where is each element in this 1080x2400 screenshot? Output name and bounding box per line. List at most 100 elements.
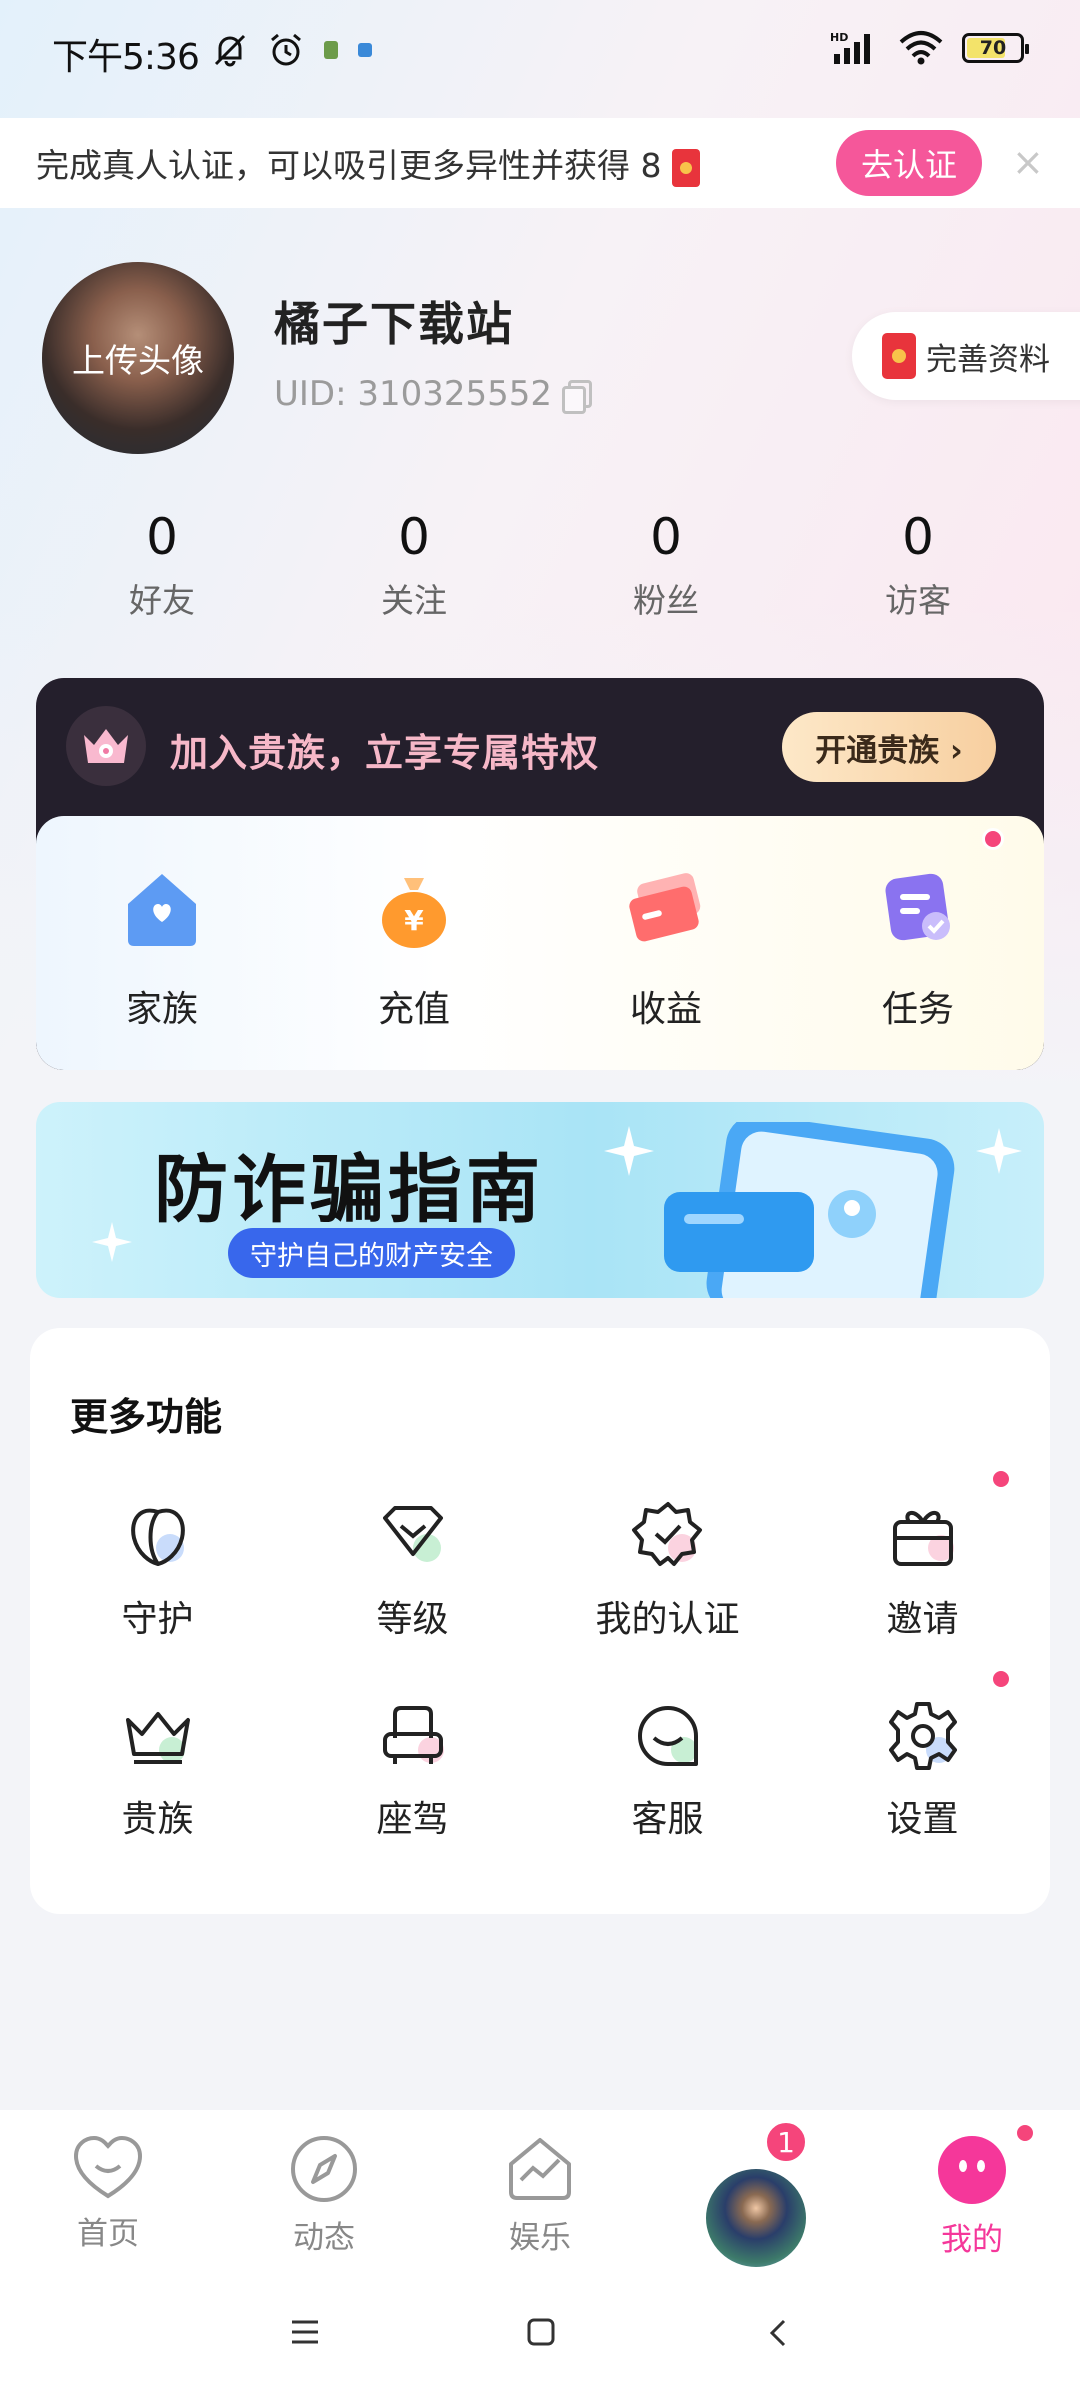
tab-profile[interactable]: 我的 — [864, 2110, 1080, 2270]
stat-value: 0 — [398, 508, 430, 566]
alarm-icon — [271, 33, 301, 66]
anti-fraud-subtitle: 守护自己的财产安全 — [228, 1228, 515, 1278]
wifi-icon — [899, 31, 943, 65]
svg-text:¥: ¥ — [404, 904, 424, 937]
live-avatar — [703, 2166, 809, 2270]
stat-visitors[interactable]: 0 访客 — [792, 508, 1044, 622]
quick-action-tasks[interactable]: 任务 — [792, 828, 1044, 1070]
function-label: 座驾 — [376, 1799, 449, 1840]
guard-icon — [130, 1508, 185, 1567]
profile-icon — [938, 2136, 1006, 2204]
close-icon[interactable]: × — [1012, 140, 1044, 184]
task-icon — [866, 856, 970, 960]
function-label: 客服 — [631, 1799, 704, 1840]
stat-friends[interactable]: 0 好友 — [36, 508, 288, 622]
phone-illustration-icon — [664, 1122, 955, 1298]
tab-label: 动态 — [293, 2220, 355, 2256]
certification-icon — [631, 1502, 702, 1566]
quick-action-label: 收益 — [629, 989, 702, 1030]
tab-label: 我的 — [941, 2222, 1003, 2258]
stat-fans[interactable]: 0 粉丝 — [540, 508, 792, 622]
function-guard[interactable]: 守护 — [30, 1498, 285, 1642]
recharge-bag-icon: ¥ — [362, 856, 466, 960]
notification-dot — [990, 1668, 1012, 1690]
complete-profile-label: 完善资料 — [926, 341, 1050, 378]
anti-fraud-title: 防诈骗指南 — [154, 1147, 544, 1233]
notification-badge: 1 — [764, 2120, 808, 2164]
red-packet-icon — [671, 148, 700, 187]
notification-dot — [982, 828, 1004, 850]
quick-action-label: 充值 — [377, 989, 450, 1030]
function-customer-service[interactable]: 客服 — [540, 1698, 795, 1842]
battery-indicator: 70 — [962, 33, 1029, 63]
function-level[interactable]: 等级 — [285, 1498, 540, 1642]
hd-signal-icon: HD — [830, 31, 870, 64]
menu-icon[interactable] — [290, 2318, 320, 2346]
verify-button[interactable]: 去认证 — [836, 130, 982, 196]
complete-profile-button[interactable]: 完善资料 — [852, 312, 1080, 400]
mute-bell-icon — [214, 34, 246, 67]
crown-icon — [125, 1712, 190, 1764]
tab-entertainment[interactable]: 娱乐 — [432, 2110, 648, 2270]
stat-label: 好友 — [129, 581, 195, 620]
level-icon — [382, 1506, 443, 1562]
function-label: 守护 — [121, 1599, 194, 1640]
verify-banner-text: 完成真人认证，可以吸引更多异性并获得 8 — [36, 146, 662, 185]
tab-moments[interactable]: 动态 — [216, 2110, 432, 2270]
function-ride[interactable]: 座驾 — [285, 1698, 540, 1842]
function-certification[interactable]: 我的认证 — [540, 1498, 795, 1642]
stat-label: 访客 — [885, 581, 951, 620]
system-nav-bar — [0, 2270, 1080, 2400]
tab-live-avatar[interactable]: 1 — [648, 2110, 864, 2270]
customer-service-icon — [637, 1706, 698, 1766]
verify-banner: 完成真人认证，可以吸引更多异性并获得 8 去认证 × — [0, 118, 1080, 208]
compass-icon — [291, 2136, 357, 2202]
open-noble-button[interactable]: 开通贵族 › — [782, 712, 996, 782]
quick-action-recharge[interactable]: ¥ 充值 — [288, 856, 540, 1070]
quick-action-label: 家族 — [125, 989, 198, 1030]
stats-row: 0 好友 0 关注 0 粉丝 0 访客 — [36, 508, 1044, 622]
stat-value: 0 — [902, 508, 934, 566]
back-icon[interactable] — [766, 2318, 790, 2348]
tab-label: 首页 — [77, 2216, 139, 2252]
uid-text: UID: 310325552 — [274, 374, 553, 414]
stat-label: 粉丝 — [633, 581, 699, 620]
svg-text:HD: HD — [830, 31, 848, 44]
function-settings[interactable]: 设置 — [795, 1668, 1050, 1842]
noble-crown-icon — [66, 706, 146, 786]
stat-value: 0 — [146, 508, 178, 566]
invite-gift-icon — [892, 1511, 954, 1566]
function-noble[interactable]: 贵族 — [30, 1698, 285, 1842]
anti-fraud-banner[interactable]: 防诈骗指南 守护自己的财产安全 — [36, 1102, 1044, 1298]
settings-gear-icon — [888, 1702, 957, 1770]
quick-action-family[interactable]: 家族 — [36, 856, 288, 1070]
function-label: 邀请 — [886, 1599, 959, 1640]
family-house-icon — [110, 856, 214, 960]
tab-home[interactable]: 首页 — [0, 2110, 216, 2270]
quick-action-label: 任务 — [881, 989, 954, 1030]
avatar-upload-label: 上传头像 — [72, 341, 204, 380]
tab-label: 娱乐 — [509, 2220, 571, 2256]
quick-actions: 家族 ¥ 充值 收益 任务 — [36, 816, 1044, 1070]
stat-following[interactable]: 0 关注 — [288, 508, 540, 622]
noble-bar[interactable]: 加入贵族，立享专属特权 开通贵族 › — [36, 678, 1044, 818]
app-notification-icon — [324, 41, 338, 59]
stat-value: 0 — [650, 508, 682, 566]
noble-promo-text: 加入贵族，立享专属特权 — [170, 731, 600, 775]
app-notification-icon — [358, 43, 372, 57]
notification-dot — [1014, 2122, 1036, 2144]
avatar-upload[interactable]: 上传头像 — [42, 262, 234, 454]
stat-label: 关注 — [381, 581, 447, 620]
car-seat-icon — [382, 1706, 444, 1764]
noble-card: 加入贵族，立享专属特权 开通贵族 › 家族 ¥ 充值 收益 任务 — [36, 678, 1044, 1070]
earnings-card-icon — [614, 856, 718, 960]
copy-icon[interactable] — [562, 380, 593, 414]
notification-dot — [990, 1468, 1012, 1490]
function-invite[interactable]: 邀请 — [795, 1468, 1050, 1642]
home-square-icon[interactable] — [526, 2318, 556, 2346]
status-bar: 下午5:36 HD 70 — [0, 0, 1080, 118]
more-functions-title: 更多功能 — [70, 1395, 223, 1439]
quick-action-earnings[interactable]: 收益 — [540, 856, 792, 1070]
home-heart-icon — [73, 2135, 143, 2199]
sparkle-icon — [604, 1126, 654, 1176]
